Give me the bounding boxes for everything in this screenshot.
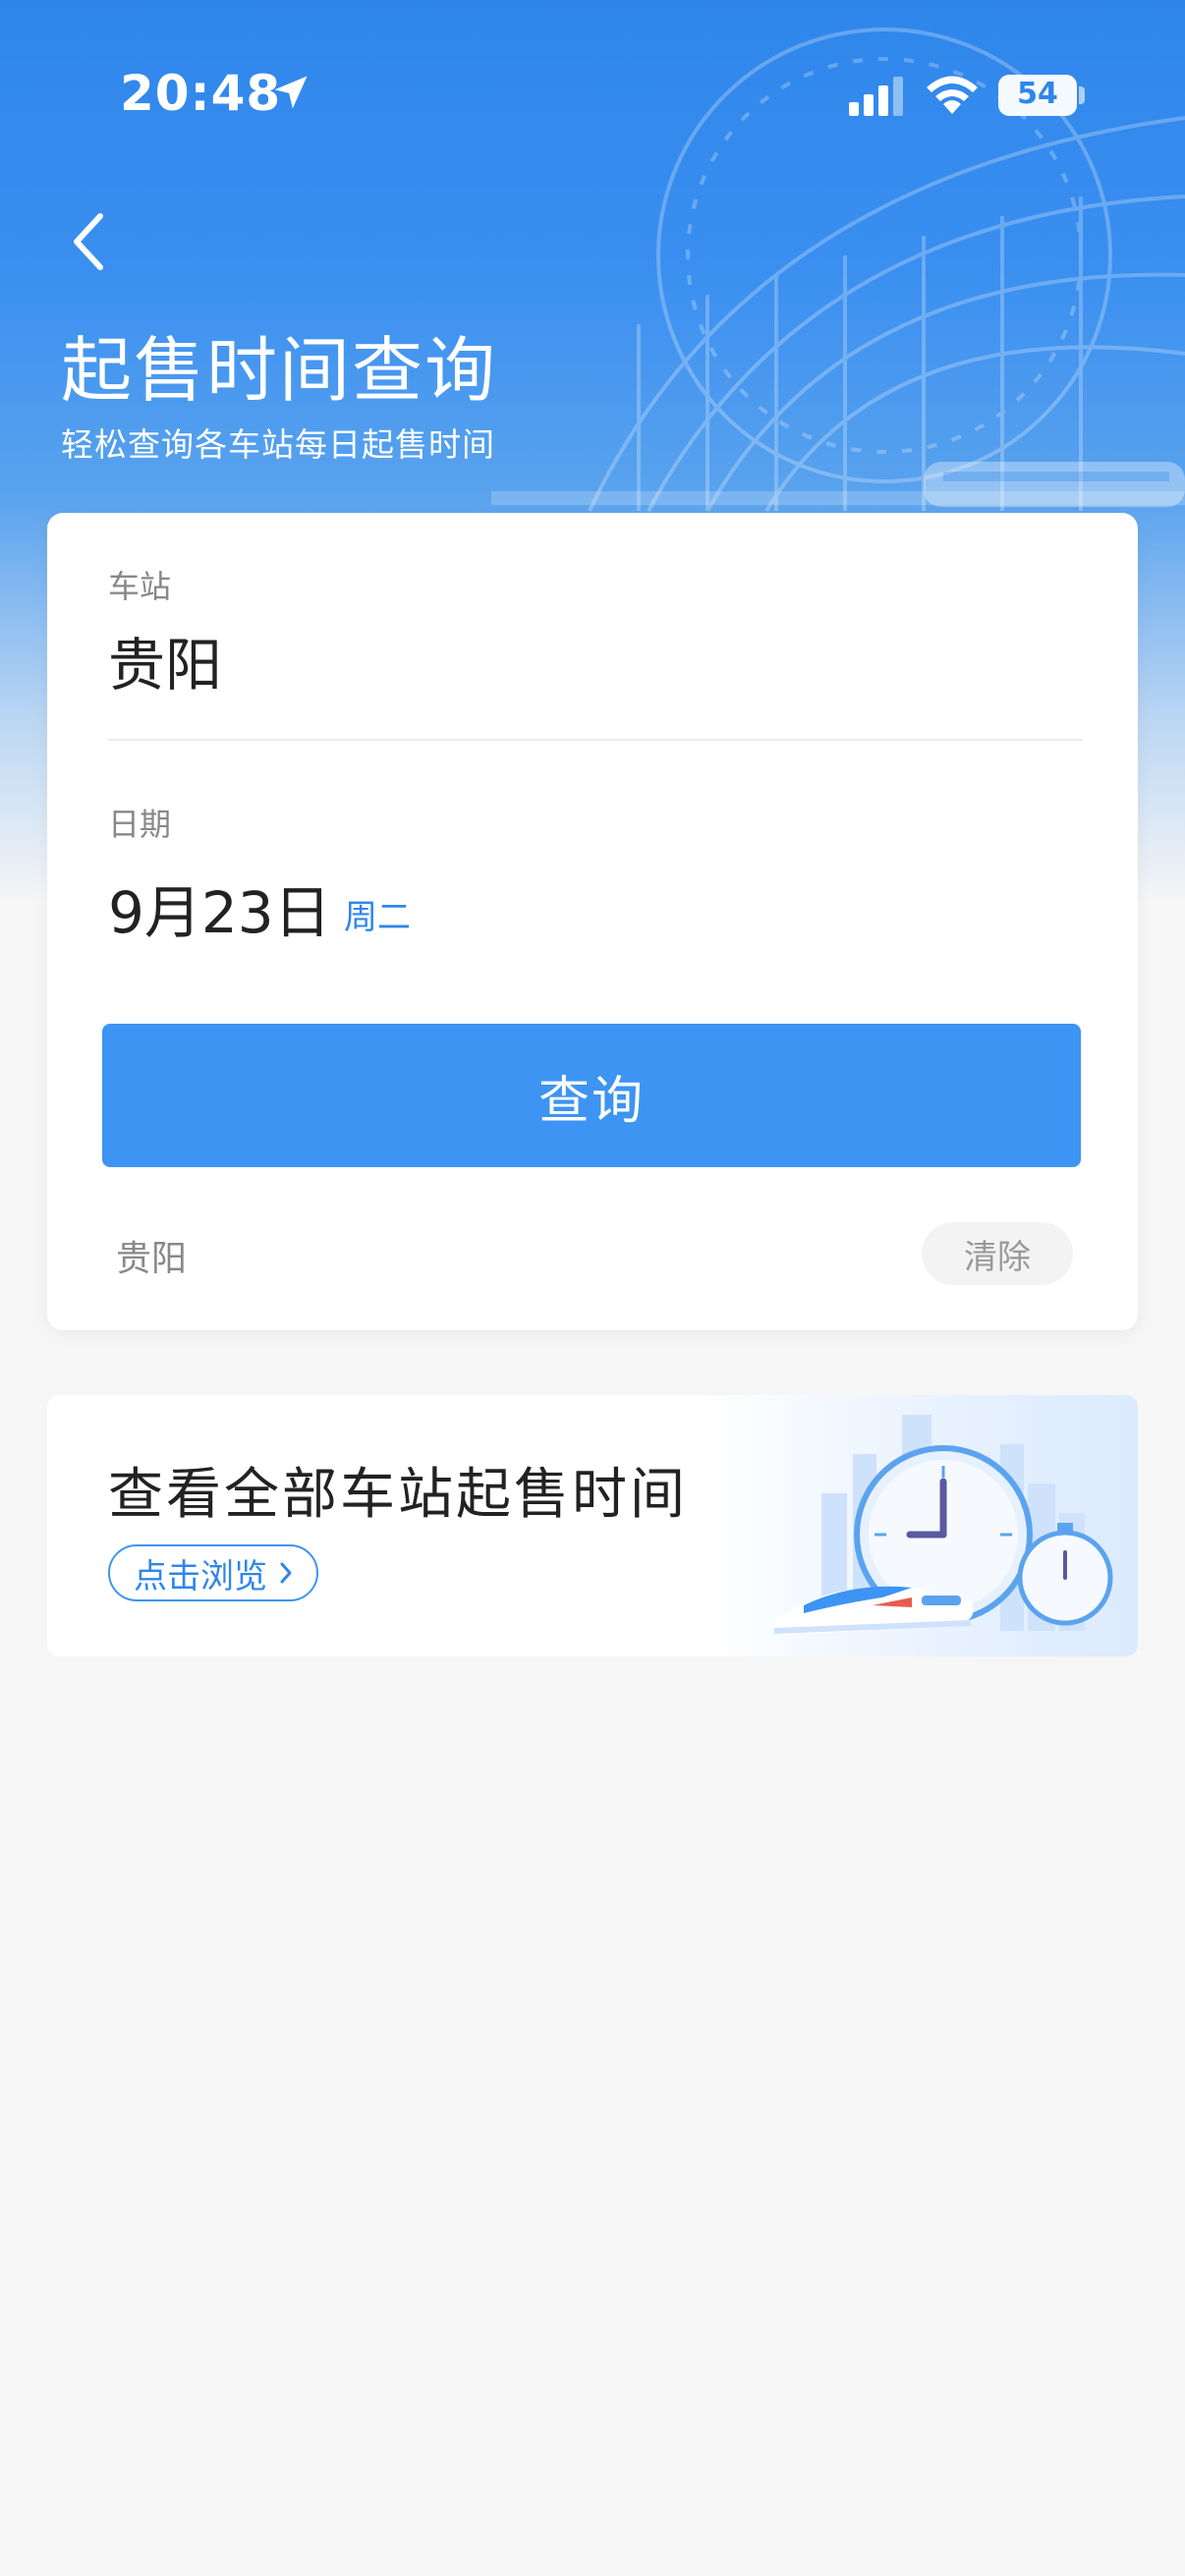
banner-title: 查看全部车站起售时间 [108, 1463, 688, 1527]
date-value[interactable]: 9月23日 [108, 867, 331, 949]
cellular-signal-icon [849, 77, 903, 116]
date-label: 日期 [108, 806, 172, 843]
browse-button[interactable]: 点击浏览 [108, 1544, 318, 1601]
status-time: 20:48 [120, 65, 282, 122]
weekday-label: 周二 [344, 898, 411, 937]
station-label: 车站 [108, 568, 172, 605]
page-title: 起售时间查询 [61, 329, 498, 412]
divider [108, 739, 1083, 741]
history-item[interactable]: 贵阳 [116, 1230, 187, 1281]
wifi-icon [927, 76, 978, 114]
browse-label: 点击浏览 [134, 1556, 267, 1596]
all-stations-banner[interactable]: 查看全部车站起售时间 点击浏览 [47, 1395, 1138, 1656]
battery-level: 54 [1017, 77, 1058, 111]
page-subtitle: 轻松查询各车站每日起售时间 [61, 425, 495, 464]
query-button[interactable]: 查询 [102, 1024, 1081, 1167]
chevron-right-icon [280, 1562, 292, 1584]
query-card: 车站 贵阳 日期 9月23日 周二 查询 贵阳 清除 [47, 513, 1138, 1330]
location-arrow-icon [274, 76, 308, 109]
battery-tip [1079, 86, 1085, 104]
station-field[interactable]: 贵阳 [108, 619, 222, 701]
clock-train-illustration [773, 1415, 1113, 1635]
battery-indicator: 54 [998, 75, 1077, 116]
clear-history-button[interactable]: 清除 [922, 1222, 1073, 1285]
back-arrow-icon[interactable] [63, 208, 118, 275]
